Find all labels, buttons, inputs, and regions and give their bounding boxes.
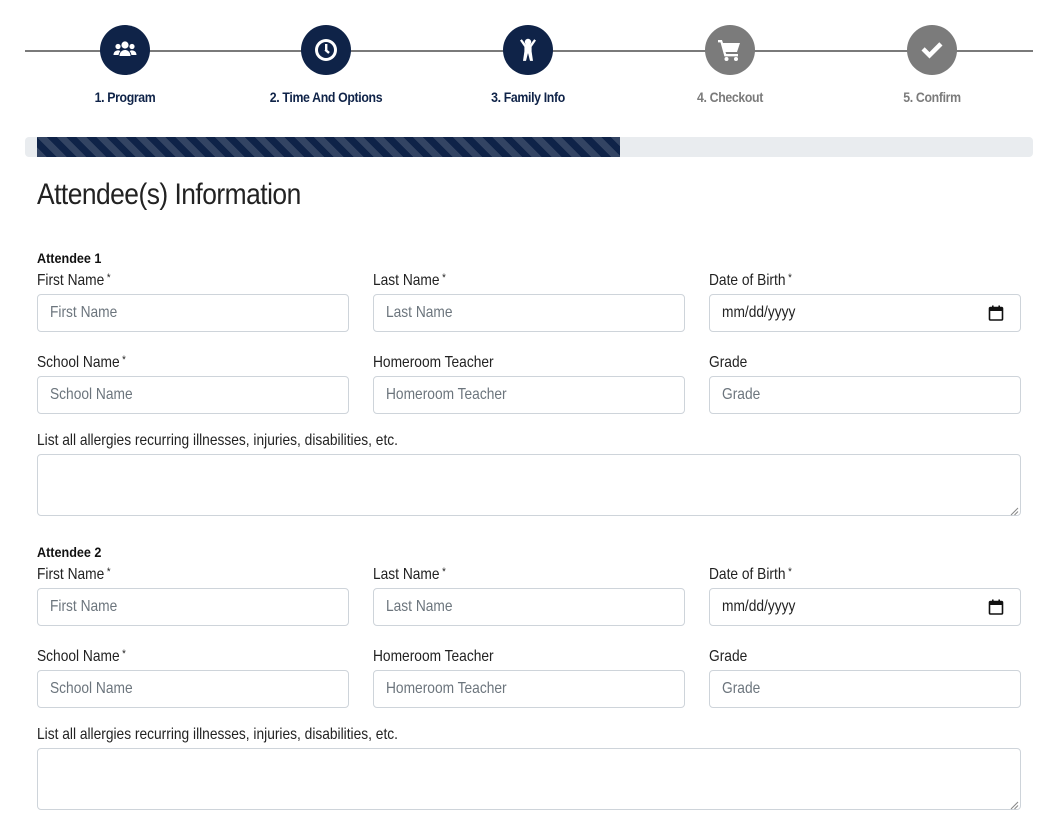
step-time-label: 2. Time And Options bbox=[269, 89, 383, 105]
allergies-field: List all allergies recurring illnesses, … bbox=[37, 726, 1021, 810]
calendar-icon[interactable] bbox=[988, 599, 1004, 615]
progress-bar bbox=[25, 137, 1033, 157]
required-marker: * bbox=[106, 566, 111, 578]
grade-placeholder: Grade bbox=[722, 386, 761, 403]
users-icon bbox=[113, 41, 137, 56]
required-marker: * bbox=[122, 354, 126, 366]
allergies-label: List all allergies recurring illnesses, … bbox=[37, 726, 398, 743]
step-program-label: 1. Program bbox=[94, 89, 156, 105]
step-time-options[interactable]: 2. Time And Options bbox=[236, 25, 416, 105]
step-time-circle bbox=[301, 25, 351, 75]
step-program-circle bbox=[100, 25, 150, 75]
step-confirm[interactable]: 5. Confirm bbox=[842, 25, 1022, 105]
dob-label: Date of Birth * bbox=[709, 566, 792, 583]
attendee-section-1: Attendee 1 First Name * First Name Last N… bbox=[37, 250, 1021, 516]
homeroom-teacher-label: Homeroom Teacher bbox=[373, 648, 494, 665]
required-marker: * bbox=[788, 566, 792, 578]
last-name-placeholder: Last Name bbox=[386, 598, 453, 615]
school-name-label: School Name * bbox=[37, 354, 126, 371]
step-checkout-label: 4. Checkout bbox=[697, 89, 763, 105]
last-name-placeholder: Last Name bbox=[386, 304, 453, 321]
required-marker: * bbox=[106, 272, 111, 284]
allergies-label: List all allergies recurring illnesses, … bbox=[37, 432, 398, 449]
dob-input[interactable]: mm/dd/yyyy bbox=[709, 294, 1021, 332]
step-family-circle bbox=[503, 25, 553, 75]
grade-label: Grade bbox=[709, 354, 748, 371]
first-name-placeholder: First Name bbox=[50, 304, 118, 321]
allergies-textarea[interactable] bbox=[37, 454, 1021, 516]
dob-value: mm/dd/yyyy bbox=[722, 304, 796, 321]
first-name-label: First Name * bbox=[37, 272, 111, 289]
school-name-input[interactable]: School Name bbox=[37, 670, 349, 708]
school-name-placeholder: School Name bbox=[50, 680, 133, 697]
last-name-label: Last Name * bbox=[373, 272, 446, 289]
step-family-label: 3. Family Info bbox=[491, 89, 565, 105]
allergies-field: List all allergies recurring illnesses, … bbox=[37, 432, 1021, 516]
calendar-icon[interactable] bbox=[988, 305, 1004, 321]
school-name-field: School Name * School Name bbox=[37, 354, 349, 414]
grade-input[interactable]: Grade bbox=[709, 376, 1021, 414]
grade-input[interactable]: Grade bbox=[709, 670, 1021, 708]
clock-icon bbox=[315, 39, 337, 61]
dob-field: Date of Birth * mm/dd/yyyy bbox=[709, 566, 1021, 626]
step-checkout[interactable]: 4. Checkout bbox=[640, 25, 820, 105]
dob-input[interactable]: mm/dd/yyyy bbox=[709, 588, 1021, 626]
progress-stepper: 1. Program 2. Time And Options 3. Family… bbox=[25, 0, 1033, 120]
grade-placeholder: Grade bbox=[722, 680, 761, 697]
dob-field: Date of Birth * mm/dd/yyyy bbox=[709, 272, 1021, 332]
dob-label: Date of Birth * bbox=[709, 272, 792, 289]
last-name-field: Last Name * Last Name bbox=[373, 272, 685, 332]
homeroom-teacher-placeholder: Homeroom Teacher bbox=[386, 680, 507, 697]
page-title: Attendee(s) Information bbox=[37, 178, 301, 211]
required-marker: * bbox=[788, 272, 792, 284]
school-name-label: School Name * bbox=[37, 648, 126, 665]
attendee-section-2: Attendee 2 First Name * First Name Last N… bbox=[37, 544, 1021, 810]
allergies-textarea[interactable] bbox=[37, 748, 1021, 810]
step-family-info[interactable]: 3. Family Info bbox=[438, 25, 618, 105]
child-icon bbox=[520, 38, 536, 61]
homeroom-teacher-input[interactable]: Homeroom Teacher bbox=[373, 670, 685, 708]
attendee-heading: Attendee 2 bbox=[37, 544, 102, 560]
school-name-field: School Name * School Name bbox=[37, 648, 349, 708]
first-name-input[interactable]: First Name bbox=[37, 588, 349, 626]
homeroom-teacher-field: Homeroom Teacher Homeroom Teacher bbox=[373, 648, 685, 708]
attendee-heading: Attendee 1 bbox=[37, 250, 102, 266]
first-name-field: First Name * First Name bbox=[37, 566, 349, 626]
first-name-input[interactable]: First Name bbox=[37, 294, 349, 332]
dob-value: mm/dd/yyyy bbox=[722, 598, 796, 615]
last-name-input[interactable]: Last Name bbox=[373, 588, 685, 626]
step-checkout-circle bbox=[705, 25, 755, 75]
progress-bar-fill bbox=[37, 137, 620, 157]
grade-field: Grade Grade bbox=[709, 354, 1021, 414]
first-name-label: First Name * bbox=[37, 566, 111, 583]
first-name-field: First Name * First Name bbox=[37, 272, 349, 332]
resize-handle-icon[interactable] bbox=[1010, 507, 1019, 516]
required-marker: * bbox=[122, 648, 126, 660]
step-confirm-circle bbox=[907, 25, 957, 75]
first-name-placeholder: First Name bbox=[50, 598, 118, 615]
grade-field: Grade Grade bbox=[709, 648, 1021, 708]
cart-icon bbox=[718, 40, 740, 61]
homeroom-teacher-field: Homeroom Teacher Homeroom Teacher bbox=[373, 354, 685, 414]
homeroom-teacher-label: Homeroom Teacher bbox=[373, 354, 494, 371]
resize-handle-icon[interactable] bbox=[1010, 801, 1019, 810]
check-icon bbox=[921, 42, 943, 59]
step-confirm-label: 5. Confirm bbox=[903, 89, 961, 105]
homeroom-teacher-placeholder: Homeroom Teacher bbox=[386, 386, 507, 403]
grade-label: Grade bbox=[709, 648, 748, 665]
school-name-input[interactable]: School Name bbox=[37, 376, 349, 414]
required-marker: * bbox=[442, 566, 446, 578]
step-program[interactable]: 1. Program bbox=[35, 25, 215, 105]
homeroom-teacher-input[interactable]: Homeroom Teacher bbox=[373, 376, 685, 414]
last-name-field: Last Name * Last Name bbox=[373, 566, 685, 626]
school-name-placeholder: School Name bbox=[50, 386, 133, 403]
last-name-label: Last Name * bbox=[373, 566, 446, 583]
required-marker: * bbox=[442, 272, 446, 284]
last-name-input[interactable]: Last Name bbox=[373, 294, 685, 332]
